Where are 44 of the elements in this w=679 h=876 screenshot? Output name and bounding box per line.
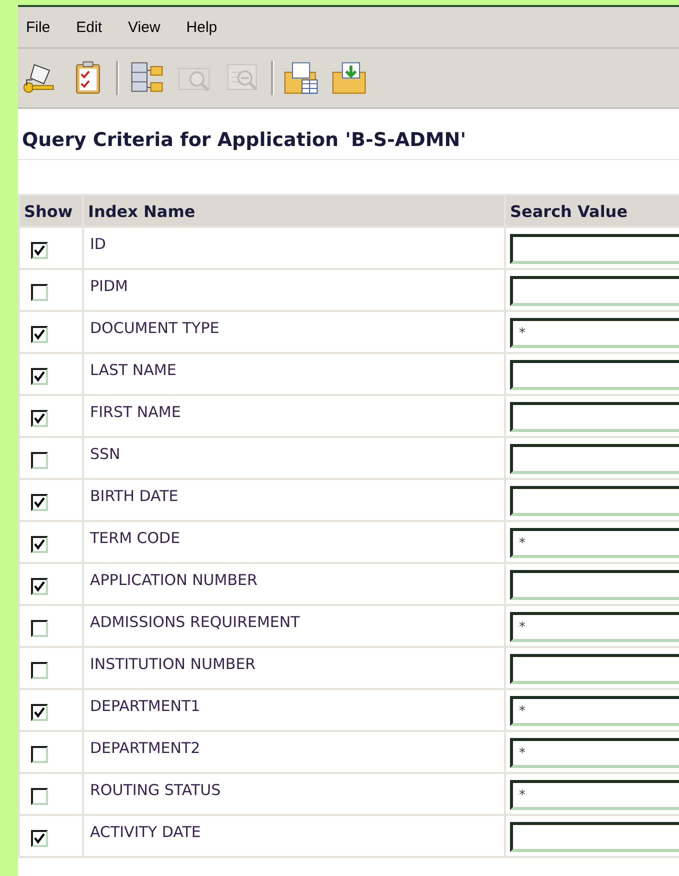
index-name: FIRST NAME xyxy=(89,402,182,423)
index-name: APPLICATION NUMBER xyxy=(89,570,258,591)
show-checkbox[interactable] xyxy=(31,326,48,343)
index-name: PIDM xyxy=(89,276,129,297)
show-checkbox[interactable] xyxy=(31,452,48,469)
index-name: ROUTING STATUS xyxy=(89,780,222,801)
column-header: Show xyxy=(19,195,83,227)
show-checkbox[interactable] xyxy=(31,746,48,763)
show-checkbox[interactable] xyxy=(31,536,48,553)
menu-item[interactable]: Edit xyxy=(76,18,120,36)
show-checkbox[interactable] xyxy=(31,788,48,805)
index-name: ACTIVITY DATE xyxy=(89,822,202,843)
page-title: Query Criteria for Application 'B-S-ADMN' xyxy=(18,109,679,160)
menu-item[interactable]: File xyxy=(26,18,68,36)
search-value-field[interactable]: * xyxy=(510,318,679,348)
show-checkbox[interactable] xyxy=(31,410,48,427)
search-value-field[interactable]: * xyxy=(510,696,679,726)
index-name: DEPARTMENT1 xyxy=(89,696,202,717)
show-checkbox[interactable] xyxy=(31,284,48,301)
show-checkbox[interactable] xyxy=(31,494,48,511)
show-checkbox[interactable] xyxy=(31,620,48,637)
show-checkbox[interactable] xyxy=(31,368,48,385)
search-value-field[interactable]: * xyxy=(510,780,679,810)
show-checkbox[interactable] xyxy=(31,830,48,847)
column-header: Search Value xyxy=(505,195,679,227)
search-value-field[interactable]: * xyxy=(510,528,679,558)
show-checkbox[interactable] xyxy=(31,242,48,259)
show-checkbox[interactable] xyxy=(31,578,48,595)
menu-item[interactable]: View xyxy=(128,18,178,36)
index-name: LAST NAME xyxy=(89,360,178,381)
index-name: SSN xyxy=(89,444,122,465)
show-checkbox[interactable] xyxy=(31,704,48,721)
index-name: TERM CODE xyxy=(89,528,182,549)
index-name: BIRTH DATE xyxy=(89,486,180,507)
index-name: DOCUMENT TYPE xyxy=(89,318,220,339)
menu-item[interactable]: Help xyxy=(186,18,236,36)
column-header: Index Name xyxy=(83,195,505,227)
index-name: ID xyxy=(89,234,107,255)
index-name: DEPARTMENT2 xyxy=(89,738,202,759)
show-checkbox[interactable] xyxy=(31,662,48,679)
index-name: INSTITUTION NUMBER xyxy=(89,654,257,675)
index-name: ADMISSIONS REQUIREMENT xyxy=(89,612,301,633)
search-value-field[interactable]: * xyxy=(510,612,679,642)
search-value-field[interactable]: * xyxy=(510,738,679,768)
